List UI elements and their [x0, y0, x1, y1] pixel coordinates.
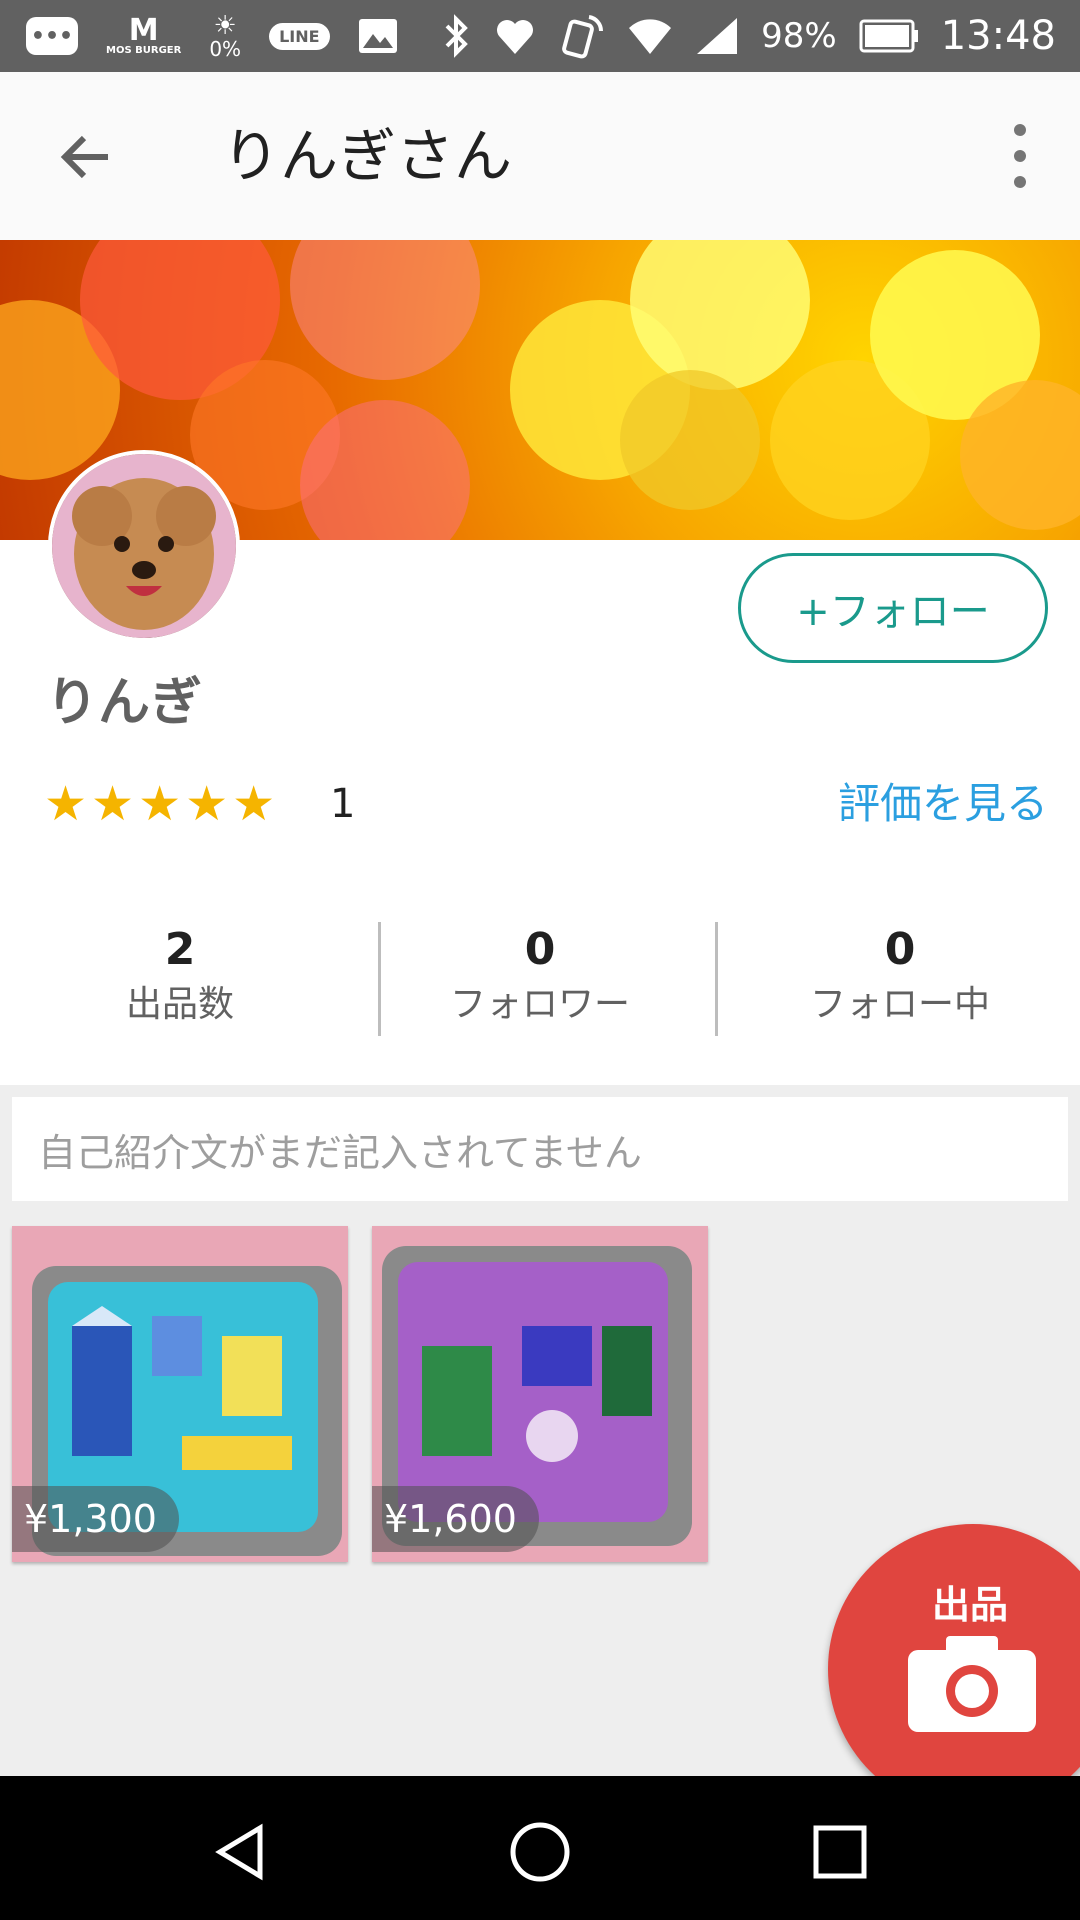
fab-label: 出品 — [932, 1583, 1009, 1627]
item-card[interactable]: ¥1,300 — [12, 1226, 348, 1562]
star-icon: ★ — [232, 776, 276, 832]
stat-divider — [378, 922, 381, 1036]
self-intro: 自己紹介文がまだ記入されてません — [12, 1097, 1068, 1201]
messages-icon: ••• — [26, 17, 78, 55]
app-toolbar: りんぎさん — [0, 72, 1080, 241]
back-button[interactable] — [52, 122, 122, 192]
line-icon: LINE — [269, 22, 330, 50]
bluetooth-icon — [443, 14, 471, 58]
nav-recents-button[interactable] — [800, 1812, 880, 1892]
rating-stars: ★ ★ ★ ★ ★ — [44, 778, 275, 830]
arrow-left-icon — [60, 135, 108, 179]
nfc-icon — [559, 13, 605, 59]
star-icon: ★ — [185, 776, 229, 832]
stat-following[interactable]: 0 フォロー中 — [720, 920, 1080, 1040]
weather-icon: ☀ 0% — [209, 11, 242, 61]
nav-back-button[interactable] — [200, 1812, 280, 1892]
see-reviews-link[interactable]: 評価を見る — [838, 776, 1048, 832]
clock: 13:48 — [940, 13, 1056, 59]
mos-burger-icon: M MOS BURGER — [106, 13, 182, 56]
heart-icon — [493, 14, 537, 58]
camera-icon — [908, 1636, 1036, 1732]
item-card[interactable]: ¥1,600 — [372, 1226, 708, 1562]
item-price: ¥1,300 — [12, 1486, 179, 1552]
star-icon: ★ — [91, 776, 135, 832]
star-icon: ★ — [44, 776, 88, 832]
battery-icon — [859, 19, 919, 53]
stats-row: 2 出品数 0 フォロワー 0 フォロー中 — [0, 920, 1080, 1040]
star-icon: ★ — [138, 776, 182, 832]
stat-value: 0 — [524, 924, 556, 975]
signal-icon — [695, 16, 739, 56]
stat-label: フォロー中 — [809, 984, 990, 1025]
square-recents-icon — [813, 1825, 867, 1879]
nav-home-button[interactable] — [500, 1812, 580, 1892]
stat-label: フォロワー — [449, 984, 630, 1025]
username: りんぎ — [46, 673, 203, 733]
stat-value: 2 — [164, 924, 196, 975]
circle-home-icon — [510, 1822, 570, 1882]
status-bar: ••• M MOS BURGER ☀ 0% LINE 98% 13:48 — [0, 0, 1080, 72]
stat-divider — [715, 922, 718, 1036]
item-price: ¥1,600 — [372, 1486, 539, 1552]
follow-button[interactable]: +フォロー — [738, 553, 1048, 663]
more-vert-icon — [1014, 124, 1026, 136]
dog-photo — [52, 454, 236, 638]
stat-listings[interactable]: 2 出品数 — [0, 920, 360, 1040]
system-nav-bar — [0, 1776, 1080, 1920]
sell-fab-button[interactable]: 出品 — [828, 1524, 1080, 1814]
triangle-back-icon — [215, 1823, 263, 1881]
stat-followers[interactable]: 0 フォロワー — [360, 920, 720, 1040]
gallery-icon — [358, 18, 398, 54]
page-title: りんぎさん — [222, 122, 513, 190]
stat-value: 0 — [884, 924, 916, 975]
stat-label: 出品数 — [125, 984, 234, 1025]
battery-percent: 98% — [761, 16, 837, 56]
avatar[interactable] — [48, 450, 240, 642]
wifi-icon — [627, 16, 673, 56]
overflow-menu-button[interactable] — [1000, 124, 1040, 188]
rating-count: 1 — [330, 781, 356, 827]
